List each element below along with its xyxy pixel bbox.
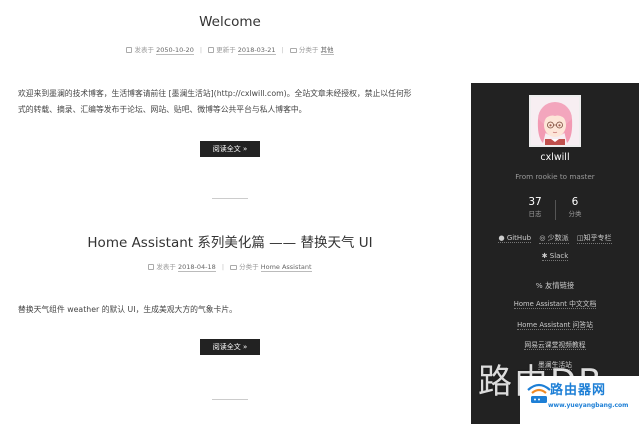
social-link-zhihu[interactable]: ◫知乎专栏 (576, 233, 612, 244)
folder-icon (289, 47, 297, 53)
social-label: Slack (549, 252, 569, 260)
updated-label: 更新于 (216, 46, 236, 54)
post-divider (212, 399, 248, 400)
post-divider (212, 198, 248, 199)
social-links: ● GitHub ◎ 少数派 ◫知乎专栏 (471, 233, 639, 244)
folder-icon (230, 264, 238, 270)
social-links-row2: ✱ Slack (471, 252, 639, 261)
avatar[interactable] (529, 95, 581, 147)
slack-icon: ✱ (541, 252, 548, 260)
calendar-icon (126, 47, 133, 53)
post-list: Welcome 发表于 2050-10-20 | 更新于 2018-03-21 … (0, 0, 470, 424)
stat-value: 6 (571, 196, 579, 208)
posted-label: 发表于 (156, 263, 176, 271)
blogroll-link[interactable]: Home Assistant 中文文档 (471, 298, 639, 309)
post-meta: 发表于 2050-10-20 | 更新于 2018-03-21 | 分类于 其他 (0, 44, 460, 55)
category-link[interactable]: Home Assistant (260, 263, 312, 272)
blogroll-link-label: Home Assistant 问答站 (517, 321, 593, 330)
stat-categories[interactable]: 6 分类 (555, 196, 595, 220)
stat-label: 分类 (568, 210, 582, 218)
zhihu-icon: ◫ (576, 234, 584, 242)
avatar-image (531, 97, 579, 145)
social-link-sspai[interactable]: ◎ 少数派 (539, 233, 569, 244)
blogroll-link-label: 网易云课堂视频教程 (524, 341, 586, 350)
social-link-github[interactable]: ● GitHub (498, 234, 532, 243)
link-icon: % (535, 281, 543, 290)
meta-separator: | (199, 46, 203, 54)
blogroll-title-text: 友情链接 (545, 281, 575, 290)
post-excerpt: 替换天气组件 weather 的默认 UI，生成美观大方的气象卡片。 (18, 302, 468, 318)
post-meta: 发表于 2018-04-18 | 分类于 Home Assistant (0, 261, 460, 272)
excerpt-line: 替换天气组件 weather 的默认 UI，生成美观大方的气象卡片。 (18, 305, 237, 314)
posted-label: 发表于 (134, 46, 154, 54)
social-link-slack[interactable]: ✱ Slack (541, 252, 569, 261)
stat-label: 日志 (528, 210, 542, 218)
blogroll-link[interactable]: Home Assistant 问答站 (471, 319, 639, 330)
watermark: 路由DB 路由器网 www.yueyangbang.com (460, 354, 640, 424)
meta-separator: | (281, 46, 284, 54)
excerpt-line: 欢迎来到墨澜的技术博客，生活博客请前往 [墨澜生活站](http://cxlwi… (18, 89, 412, 98)
blogroll-link[interactable]: 网易云课堂视频教程 (471, 339, 639, 350)
posted-date: 2018-04-18 (177, 263, 216, 272)
excerpt-line: 式的转载、摘录、汇编等发布于论坛、网站、贴吧、微博等公共平台与私人博客中。 (18, 105, 307, 114)
blogroll-link-label: Home Assistant 中文文档 (513, 300, 597, 309)
category-label: 分类于 (298, 46, 319, 54)
watermark-url: www.yueyangbang.com (548, 402, 629, 409)
posted-date: 2050-10-20 (156, 46, 194, 55)
read-more-button[interactable]: 阅读全文 » (200, 339, 260, 355)
social-label: 少数派 (547, 234, 569, 242)
social-label: GitHub (506, 234, 532, 242)
post-excerpt: 欢迎来到墨澜的技术博客，生活博客请前往 [墨澜生活站](http://cxlwi… (18, 86, 468, 118)
site-author-name: cxlwill (540, 152, 570, 163)
stat-posts[interactable]: 37 日志 (515, 196, 555, 220)
stat-value: 37 (528, 196, 542, 208)
calendar-check-icon (208, 47, 215, 53)
site-description: From rookie to master (515, 172, 595, 181)
category-link[interactable]: 其他 (320, 46, 334, 55)
updated-date: 2018-03-21 (237, 46, 276, 55)
post-title[interactable]: Welcome (0, 14, 460, 30)
github-icon: ● (498, 234, 505, 242)
watermark-badge: 路由器网 www.yueyangbang.com (520, 376, 640, 424)
category-label: 分类于 (239, 263, 259, 271)
social-label: 知乎专栏 (583, 234, 612, 242)
read-more-button[interactable]: 阅读全文 » (200, 141, 260, 157)
meta-separator: | (221, 263, 225, 271)
post-title[interactable]: Home Assistant 系列美化篇 —— 替换天气 UI (0, 231, 460, 251)
blogroll-title: % 友情链接 (471, 281, 639, 291)
sspai-icon: ◎ (539, 234, 546, 242)
calendar-icon (148, 264, 155, 270)
watermark-name: 路由器网 (550, 383, 607, 398)
